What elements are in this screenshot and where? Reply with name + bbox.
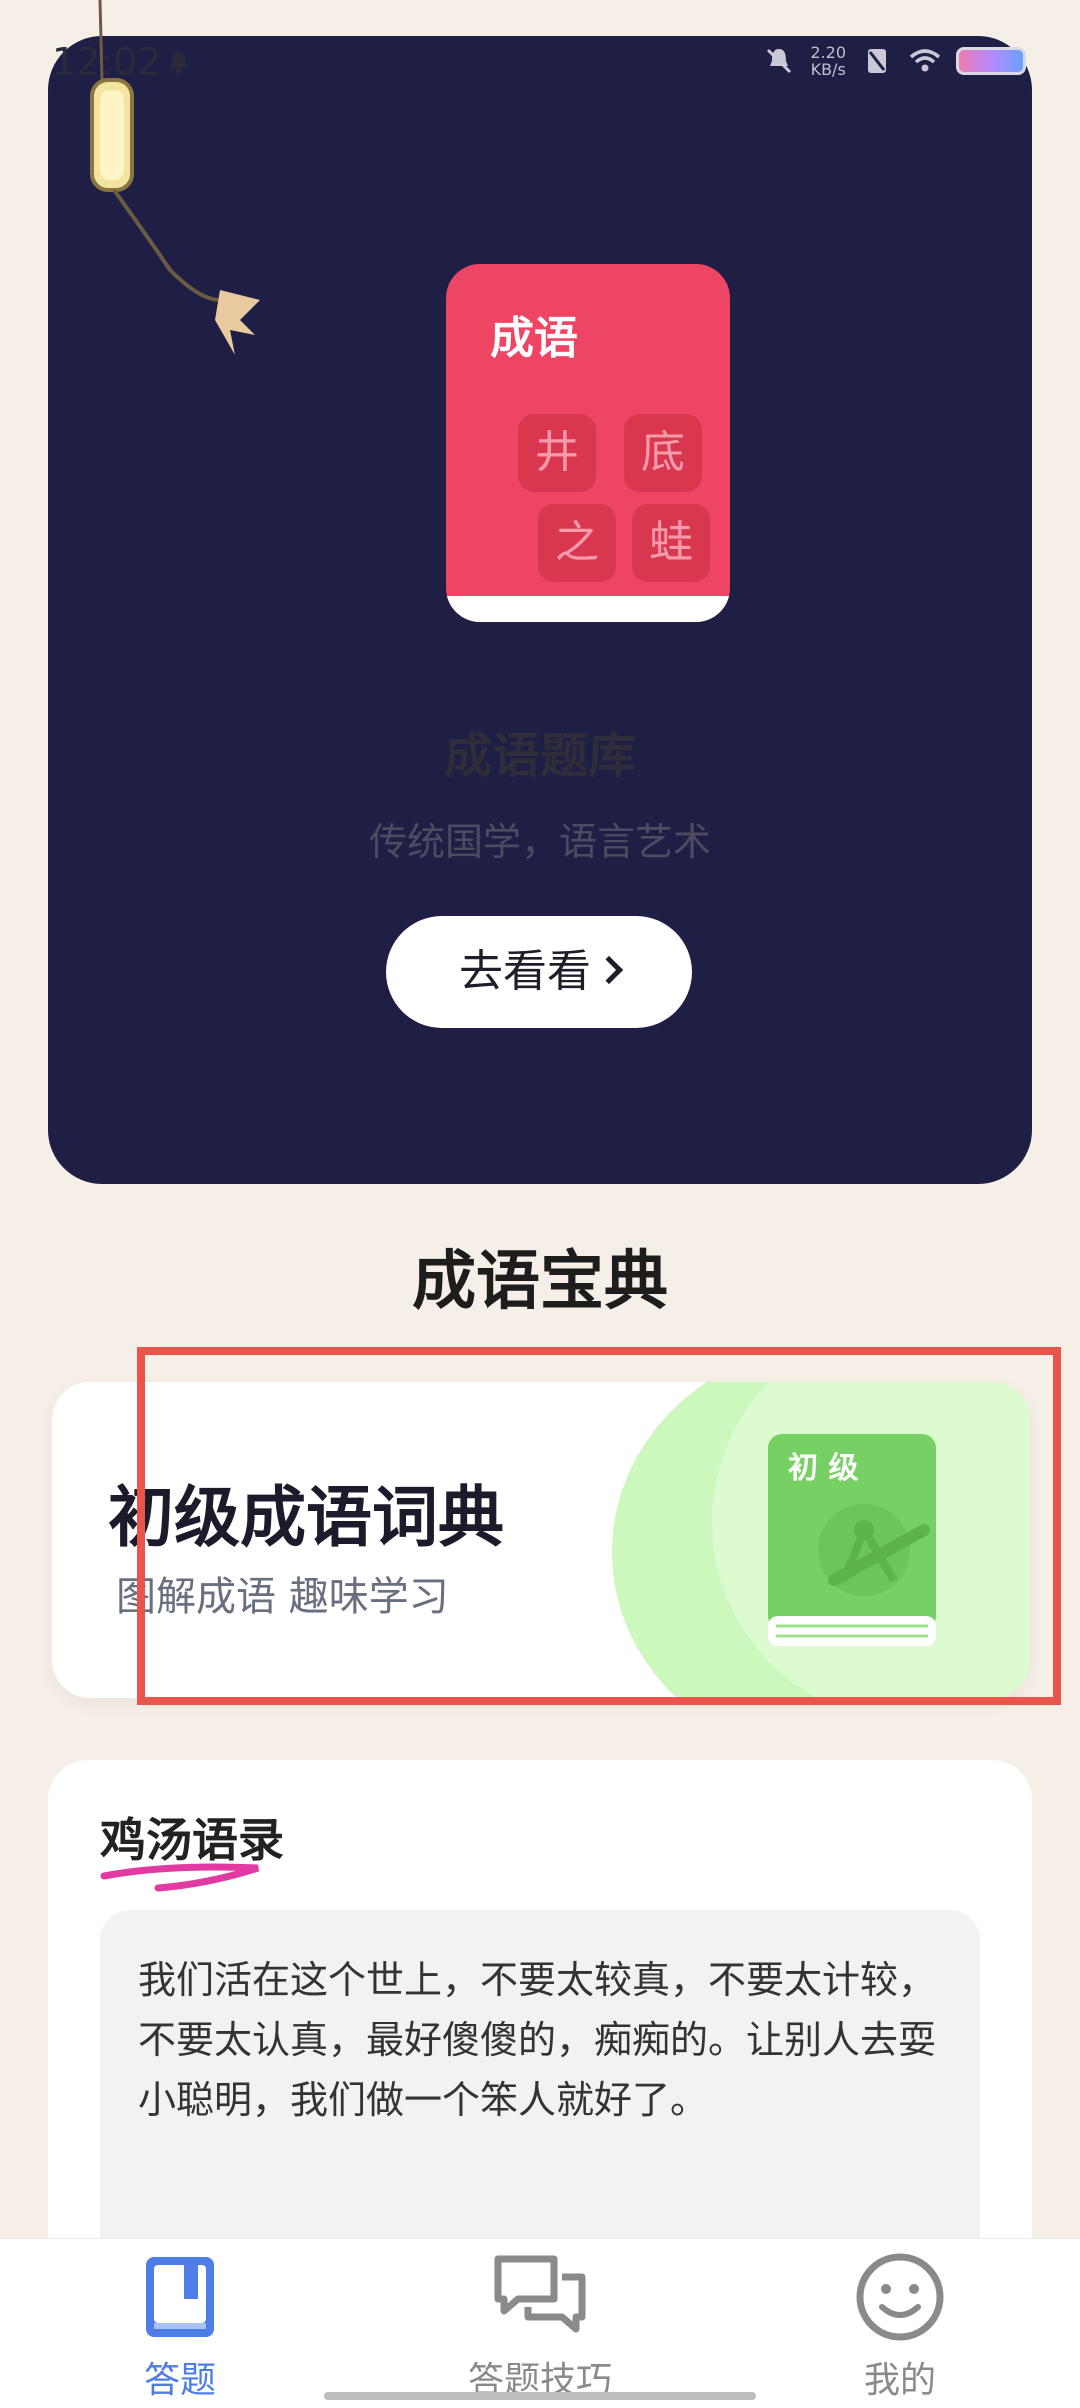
home-indicator[interactable]	[324, 2392, 756, 2400]
status-bar: 12:02 2.20 KB/s	[0, 0, 1080, 120]
tile-3: 之	[538, 504, 616, 582]
smiley-icon	[856, 2253, 944, 2341]
mute-icon	[767, 48, 792, 74]
app-screen: 成语 井 底 之 蛙 成语题库 传统国学，语言艺术 去看看 12:02 2.20…	[0, 0, 1080, 2408]
sim-icon	[868, 49, 886, 73]
tile-2: 底	[624, 414, 702, 492]
status-time: 12:02	[52, 40, 162, 84]
hero-subtitle: 传统国学，语言艺术	[368, 820, 711, 864]
nav-item-quiz[interactable]: 答题	[30, 2249, 330, 2403]
book-badge-text: 初 级	[788, 1451, 858, 1486]
battery-icon	[956, 47, 1026, 75]
tile-1: 井	[518, 414, 596, 492]
quote-title: 鸡汤语录	[100, 1813, 284, 1867]
nav-label-quiz: 答题	[143, 2360, 216, 2401]
net-speed-value: 2.20	[810, 43, 846, 62]
green-book-icon: 初 级	[768, 1434, 936, 1646]
dictionary-card[interactable]: 初级成语词典 图解成语 趣味学习 初 级	[52, 1382, 1030, 1698]
book-title: 成语	[490, 313, 578, 364]
book-page-edge	[446, 596, 730, 622]
wifi-icon	[909, 49, 941, 72]
nav-item-mine[interactable]: 我的	[750, 2249, 1050, 2403]
book-icon	[146, 2257, 214, 2337]
nav-item-tips[interactable]: 答题技巧	[390, 2249, 690, 2403]
section-title: 成语宝典	[412, 1245, 668, 1319]
go-see-label: 去看看	[459, 946, 591, 997]
nav-label-mine: 我的	[863, 2360, 936, 2401]
idiom-book-illustration: 成语 井 底 之 蛙	[446, 264, 730, 622]
bell-icon	[170, 52, 188, 74]
tile-4: 蛙	[632, 504, 710, 582]
net-speed: 2.20 KB/s	[810, 44, 846, 78]
chevron-right-icon	[594, 955, 624, 985]
status-icons: 2.20 KB/s	[762, 44, 1026, 78]
net-speed-unit: KB/s	[810, 60, 846, 79]
dictionary-subtitle: 图解成语 趣味学习	[116, 1574, 449, 1620]
chat-bubbles-icon	[494, 2255, 586, 2333]
dictionary-title: 初级成语词典	[108, 1479, 504, 1556]
go-see-button[interactable]: 去看看	[386, 916, 692, 1028]
bottom-nav: 答题 答题技巧 我的	[0, 2238, 1080, 2408]
hero-title: 成语题库	[443, 728, 636, 784]
